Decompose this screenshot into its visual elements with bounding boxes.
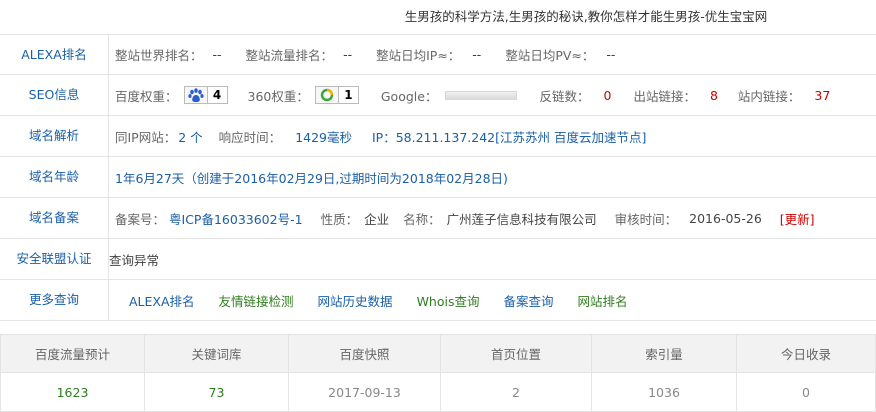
link-icp-query[interactable]: 备案查询: [503, 291, 553, 310]
seo-row: SEO信息 百度权重： 4 360权重： 1 Google： 反链数： 0 出站…: [0, 75, 876, 116]
link-friend-links[interactable]: 友情链接检测: [219, 291, 294, 310]
stats-header-snapshot: 百度快照: [288, 334, 441, 373]
baidu-weight-badge[interactable]: 4: [183, 86, 228, 104]
domain-age-label: 域名年龄: [0, 157, 109, 197]
daily-ip-value: --: [472, 47, 482, 62]
security-label: 安全联盟认证: [0, 239, 109, 279]
dns-row: 域名解析 同IP网站： 2 个 响应时间： 1429毫秒 IP：58.211.1…: [0, 116, 876, 157]
weight360-value: 1: [337, 87, 358, 103]
world-rank-value: --: [212, 47, 222, 62]
icp-audit-value: 2016-05-26: [689, 210, 762, 226]
stats-today-value: 0: [736, 372, 876, 412]
icp-name-value: 广州莲子信息科技有限公司: [446, 211, 597, 227]
baidu-paw-icon: [185, 87, 207, 103]
backlinks-label: 反链数：: [539, 88, 590, 104]
stats-header-today: 今日收录: [736, 334, 876, 373]
dns-label: 域名解析: [0, 116, 109, 156]
baidu-weight-value: 4: [206, 87, 227, 103]
world-rank-label: 整站世界排名：: [115, 48, 203, 63]
stats-header-home-position: 首页位置: [440, 334, 592, 373]
google-pr-bar: [445, 90, 518, 100]
link-whois[interactable]: Whois查询: [417, 291, 480, 310]
daily-ip-label: 整站日均IP≈：: [376, 48, 461, 63]
stats-header-row: 百度流量预计 关键词库 百度快照 首页位置 索引量 今日收录: [0, 334, 876, 373]
stats-header-keywords: 关键词库: [144, 334, 289, 373]
outlinks-label: 出站链接：: [633, 88, 696, 104]
icp-label: 域名备案: [0, 198, 109, 238]
traffic-rank-value: --: [343, 47, 353, 62]
backlinks-value: 0: [603, 87, 612, 103]
inlinks-value: 37: [814, 87, 831, 103]
site-info-table: ALEXA排名 整站世界排名： -- 整站流量排名： -- 整站日均IP≈： -…: [0, 34, 876, 321]
icp-update-button[interactable]: [更新]: [780, 209, 815, 228]
inlinks-label: 站内链接：: [737, 88, 801, 104]
icp-number-label: 备案号：: [115, 211, 166, 227]
response-time-label: 响应时间：: [218, 129, 282, 145]
360-ring-icon: [316, 87, 338, 103]
link-alexa-rank[interactable]: ALEXA排名: [129, 291, 195, 310]
stats-index-value: 1036: [591, 372, 737, 412]
same-ip-label: 同IP网站：: [115, 129, 177, 145]
weight360-badge[interactable]: 1: [314, 86, 359, 104]
icp-number-link[interactable]: 粤ICP备16033602号-1: [169, 209, 303, 228]
stats-header-traffic: 百度流量预计: [0, 334, 145, 373]
traffic-stats-table: 百度流量预计 关键词库 百度快照 首页位置 索引量 今日收录 1623 73 2…: [0, 334, 876, 412]
same-ip-link[interactable]: 2 个: [178, 127, 202, 146]
google-label: Google：: [380, 88, 438, 104]
traffic-rank-label: 整站流量排名：: [245, 48, 334, 63]
stats-snapshot-value: 2017-09-13: [288, 372, 441, 412]
icp-nature-label: 性质：: [320, 211, 359, 227]
icp-row: 域名备案 备案号： 粤ICP备16033602号-1 性质： 企业 名称： 广州…: [0, 198, 876, 239]
daily-pv-label: 整站日均PV≈：: [505, 48, 595, 63]
weight360-label: 360权重：: [247, 88, 309, 104]
baidu-weight-label: 百度权重：: [115, 88, 178, 104]
stats-traffic-value[interactable]: 1623: [0, 372, 145, 412]
domain-age-value: 1年6月27天（创建于2016年02月29日,过期时间为2018年02月28日): [115, 170, 508, 186]
outlinks-value: 8: [709, 87, 718, 103]
stats-header-index: 索引量: [591, 334, 737, 373]
seo-label: SEO信息: [0, 75, 109, 115]
ip-address-link[interactable]: IP：58.211.137.242[江苏苏州 百度云加速节点]: [372, 127, 646, 146]
alexa-label: ALEXA排名: [0, 35, 109, 74]
alexa-row: ALEXA排名 整站世界排名： -- 整站流量排名： -- 整站日均IP≈： -…: [0, 34, 876, 75]
security-value: 查询异常: [109, 252, 160, 268]
link-site-history[interactable]: 网站历史数据: [318, 291, 393, 310]
link-site-rank[interactable]: 网站排名: [578, 291, 628, 310]
security-row: 安全联盟认证 查询异常: [0, 239, 876, 280]
daily-pv-value: --: [606, 47, 616, 62]
stats-value-row: 1623 73 2017-09-13 2 1036 0: [0, 372, 876, 412]
icp-name-label: 名称：: [403, 211, 441, 227]
more-queries-label: 更多查询: [0, 280, 109, 320]
icp-audit-label: 审核时间：: [614, 211, 678, 227]
icp-nature-value: 企业: [364, 211, 390, 227]
more-queries-row: 更多查询 ALEXA排名 友情链接检测 网站历史数据 Whois查询 备案查询 …: [0, 280, 876, 321]
stats-home-position-value: 2: [440, 372, 592, 412]
page-title: 生男孩的科学方法,生男孩的秘诀,教你怎样才能生男孩-优生宝宝网: [404, 9, 768, 24]
stats-keywords-value[interactable]: 73: [144, 372, 289, 412]
response-time-value: 1429毫秒: [295, 129, 352, 145]
domain-age-row: 域名年龄 1年6月27天（创建于2016年02月29日,过期时间为2018年02…: [0, 157, 876, 198]
